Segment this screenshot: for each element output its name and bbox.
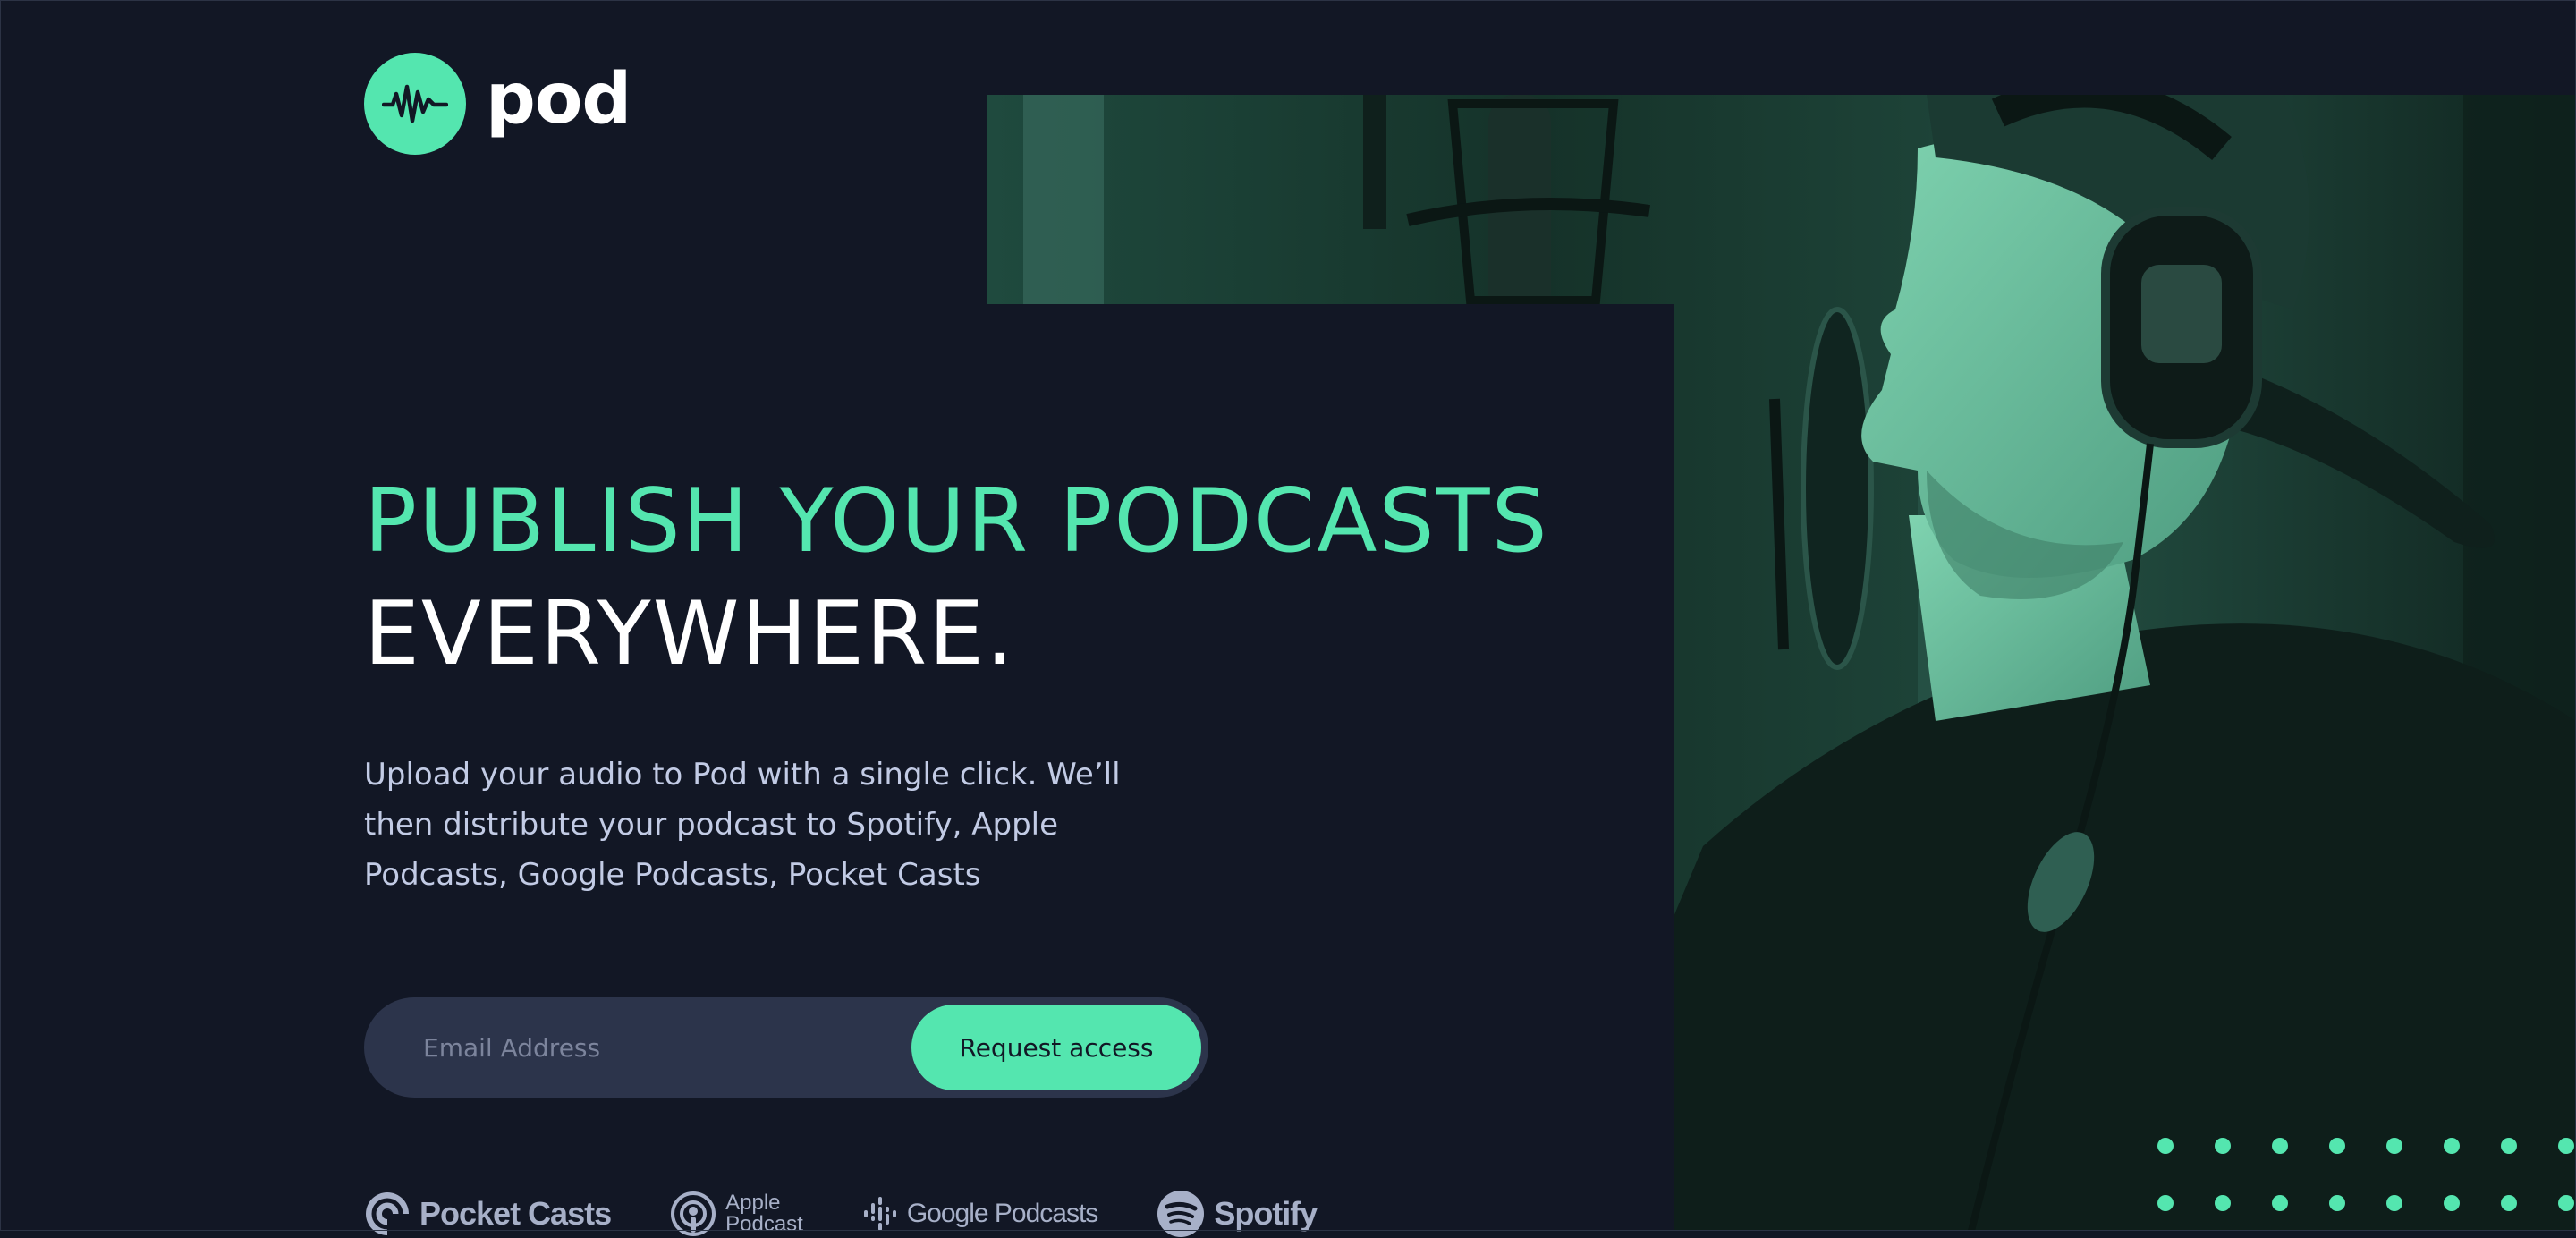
platform-name-line1: Apple (725, 1191, 781, 1215)
hero-description: Upload your audio to Pod with a single c… (364, 757, 1121, 893)
headline-line-plain: EVERYWHERE. (364, 583, 1016, 685)
platform-name-line2: Podcast (725, 1212, 803, 1236)
google-podcasts-icon (863, 1197, 896, 1231)
platform-name: Pocket Casts (419, 1195, 612, 1232)
dot-grid (2157, 1138, 2574, 1211)
pocket-casts-icon (366, 1192, 411, 1237)
platform-name: Spotify (1214, 1195, 1318, 1232)
sound-wave-icon (364, 53, 466, 155)
platform-name: Apple Podcast (725, 1192, 803, 1235)
platform-name: Google Podcasts (906, 1199, 1098, 1228)
email-input[interactable] (421, 996, 911, 1098)
platform-apple-podcasts: Apple Podcast (670, 1191, 803, 1237)
email-signup-form: Request access (364, 996, 1208, 1098)
logo[interactable]: pod (364, 53, 631, 155)
platform-google-podcasts: Google Podcasts (862, 1196, 1098, 1232)
brand-name: pod (486, 59, 631, 140)
platform-pocket-casts: Pocket Casts (364, 1191, 612, 1237)
page-title: PUBLISH YOUR PODCASTS EVERYWHERE. (364, 465, 1549, 691)
headline-line-accent: PUBLISH YOUR PODCASTS (364, 471, 1549, 572)
apple-podcasts-icon (671, 1191, 716, 1236)
request-access-button[interactable]: Request access (911, 1005, 1201, 1090)
dot-pattern (2157, 1138, 2574, 1211)
